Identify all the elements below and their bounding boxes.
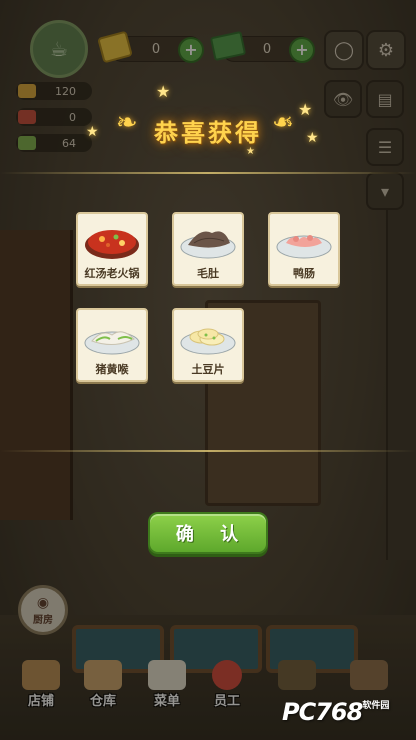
hotpot-dish-icon xyxy=(85,230,139,259)
reward-title: 恭喜获得 xyxy=(154,119,262,147)
light-beam-bottom xyxy=(0,450,416,452)
reward-label: 鸭肠 xyxy=(293,267,315,280)
reward-label: 红汤老火锅 xyxy=(84,267,140,280)
watermark: PC768软件园 xyxy=(282,698,390,726)
light-beam-top xyxy=(0,172,416,174)
reward-label: 猪黄喉 xyxy=(95,363,129,376)
reward-label: 毛肚 xyxy=(197,267,219,280)
reward-card: 毛肚 xyxy=(172,212,244,286)
reward-card: 鸭肠 xyxy=(268,212,340,286)
reward-card: 猪黄喉 xyxy=(76,308,148,382)
reward-card: 土豆片 xyxy=(172,308,244,382)
potato-slices-dish-icon xyxy=(180,328,236,355)
confirm-button[interactable]: 确 认 xyxy=(148,512,268,554)
tripe-dish-icon xyxy=(180,231,236,259)
star-icon: ★ xyxy=(156,82,171,101)
duck-intestine-dish-icon xyxy=(276,235,332,259)
pork-aorta-dish-icon xyxy=(84,331,140,355)
reward-card: 红汤老火锅 xyxy=(76,212,148,286)
reward-label: 土豆片 xyxy=(191,363,225,376)
